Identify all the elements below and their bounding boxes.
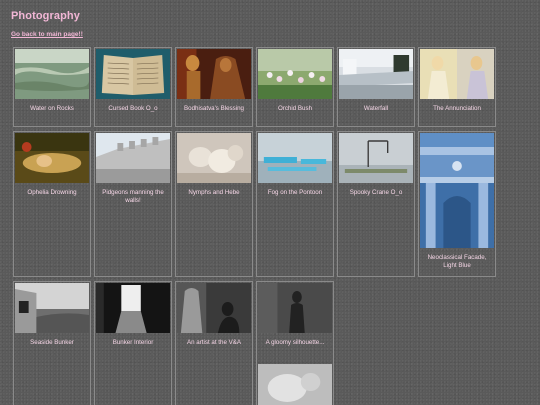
waterfall-photo[interactable] xyxy=(339,49,413,99)
painting-photo[interactable] xyxy=(420,49,494,99)
gallery-item-caption: Ophelia Drowning xyxy=(27,189,77,196)
gallery-item-caption: An artist at the V&A xyxy=(187,339,241,346)
gallery-item-caption: Bodhisatva's Blessing xyxy=(184,105,244,112)
silhouette-photo[interactable] xyxy=(258,283,332,333)
gallery-item-orchid-bush[interactable]: Orchid Bush xyxy=(256,47,334,127)
gallery-item-caption: Spooky Crane O_o xyxy=(349,189,403,196)
sculpture-photo[interactable] xyxy=(177,133,251,183)
gallery-item-caption: Seaside Bunker xyxy=(30,339,74,346)
gallery-item-water-on-rocks[interactable]: Water on Rocks xyxy=(13,47,91,127)
gallery-item-cursed-book[interactable]: Cursed Book O_o xyxy=(94,47,172,127)
gallery-item-annunciation[interactable]: The Annunciation xyxy=(418,47,496,127)
sculpture-relief-photo[interactable] xyxy=(258,364,332,405)
facade-photo[interactable] xyxy=(420,133,494,248)
gallery-item-caption: Neoclassical Facade, Light Blue xyxy=(427,254,487,269)
gallery-item-bunker-interior[interactable]: Bunker Interior xyxy=(94,281,172,405)
statue-photo[interactable] xyxy=(177,49,251,99)
gallery-item-caption: Waterfall xyxy=(363,105,389,112)
bunker-photo[interactable] xyxy=(15,283,89,333)
gallery-item-caption: Bunker Interior xyxy=(112,339,154,346)
gallery-item-caption: Orchid Bush xyxy=(277,105,313,112)
gallery-item-caption: The Annunciation xyxy=(433,105,481,112)
back-to-main-link[interactable]: Go back to main page!! xyxy=(11,31,83,38)
gallery-item-seaside-bunker[interactable]: Seaside Bunker xyxy=(13,281,91,405)
gallery-item-neoclassical[interactable]: Neoclassical Facade, Light Blue xyxy=(418,131,496,277)
gallery-item-caption: Pidgeons manning the walls! xyxy=(102,189,164,204)
book-photo[interactable] xyxy=(96,49,170,99)
crane-photo[interactable] xyxy=(339,133,413,183)
gallery-item-artist-va[interactable]: An artist at the V&A xyxy=(175,281,253,405)
orchid-photo[interactable] xyxy=(258,49,332,99)
gallery-item-caption: A gloomy silhouette... xyxy=(265,339,325,346)
artist-photo[interactable] xyxy=(177,283,251,333)
gallery-item-pidgeons[interactable]: Pidgeons manning the walls! xyxy=(94,131,172,277)
gallery-item-caption: Nymphs and Hebe xyxy=(188,189,240,196)
gallery-item-fog-pontoon[interactable]: Fog on the Pontoon xyxy=(256,131,334,277)
gallery-item-caption: Water on Rocks xyxy=(30,105,74,112)
gallery-item-caption: Fog on the Pontoon xyxy=(267,189,323,196)
pontoon-photo[interactable] xyxy=(258,133,332,183)
gallery-item-ophelia[interactable]: Ophelia Drowning xyxy=(13,131,91,277)
gallery-item-bodhisatva[interactable]: Bodhisatva's Blessing xyxy=(175,47,253,127)
gallery-item-spooky-crane[interactable]: Spooky Crane O_o xyxy=(337,131,415,277)
gallery-item-gloomy-silhouette[interactable]: A gloomy silhouette... xyxy=(256,281,334,405)
page-title: Photography xyxy=(11,10,80,22)
bunker-interior-photo[interactable] xyxy=(96,283,170,333)
ophelia-photo[interactable] xyxy=(15,133,89,183)
gallery-item-waterfall[interactable]: Waterfall xyxy=(337,47,415,127)
gallery-item-nymphs[interactable]: Nymphs and Hebe xyxy=(175,131,253,277)
castle-wall-photo[interactable] xyxy=(96,133,170,183)
gallery-item-caption: Cursed Book O_o xyxy=(108,105,158,112)
water-rocks-photo[interactable] xyxy=(15,49,89,99)
